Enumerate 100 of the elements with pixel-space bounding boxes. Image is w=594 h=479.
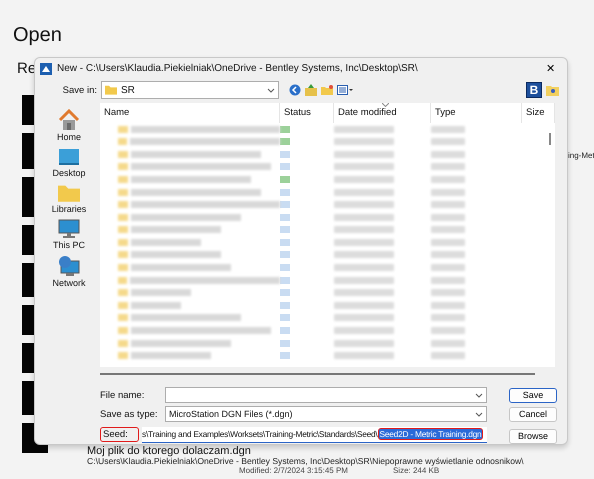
blurred-file-name[interactable] — [131, 352, 211, 360]
blurred-date — [334, 276, 394, 284]
save-in-dropdown[interactable]: SR — [101, 81, 279, 100]
blurred-file-name[interactable] — [130, 138, 280, 146]
blurred-type — [431, 176, 465, 183]
blurred-date — [334, 340, 394, 347]
blurred-type — [431, 201, 465, 208]
place-label[interactable]: This PC — [52, 240, 85, 250]
blurred-type — [431, 327, 465, 334]
blurred-file-name[interactable] — [131, 176, 251, 183]
blurred-date — [334, 138, 394, 146]
blurred-date — [334, 163, 394, 170]
column-header[interactable]: Size — [522, 102, 555, 123]
blurred-date — [334, 302, 394, 309]
blurred-type — [431, 276, 465, 284]
seed-field[interactable]: s\Training and Examples\Worksets\Training-Metric\Standards\Seed\ Seed2D - Metric Training.dgn — [142, 426, 487, 443]
blurred-type — [431, 163, 465, 170]
file-size-text: Size: 244 KB — [392, 466, 440, 476]
selected-text: Seed2D - Metric Training.dgn — [378, 428, 484, 440]
column-header[interactable]: Name — [100, 102, 280, 123]
blurred-file-name[interactable] — [131, 302, 181, 309]
blurred-date — [334, 314, 394, 322]
blurred-file-name[interactable] — [131, 163, 271, 170]
blurred-type — [431, 302, 465, 309]
place-label[interactable]: Home — [56, 132, 81, 142]
new-folder-icon[interactable] — [321, 84, 333, 96]
place-label[interactable]: Libraries — [52, 204, 86, 214]
blurred-file-name[interactable] — [130, 201, 280, 208]
blurred-type — [431, 352, 465, 360]
scrollbar-thumb[interactable] — [549, 132, 551, 145]
seed-label: Seed: — [100, 427, 139, 442]
blurred-type — [431, 150, 465, 158]
blurred-date — [334, 289, 394, 296]
blurred-type — [431, 264, 465, 272]
blurred-date — [334, 201, 394, 208]
blurred-date — [334, 188, 394, 196]
blurred-file-name[interactable] — [130, 126, 280, 133]
blurred-date — [334, 251, 394, 258]
computer-icon — [58, 218, 80, 239]
dialog-button[interactable]: Save — [509, 388, 557, 403]
blurred-type — [431, 238, 465, 246]
column-header[interactable]: Date modified — [334, 102, 431, 123]
blurred-file-name[interactable] — [131, 251, 221, 258]
blurred-type — [431, 188, 465, 196]
blurred-type — [431, 126, 465, 133]
blurred-file-name[interactable] — [131, 188, 261, 196]
blurred-date — [334, 238, 394, 246]
column-header[interactable]: Status — [280, 102, 334, 123]
file-name-label: File name: — [100, 390, 146, 401]
blurred-date — [334, 176, 394, 183]
blurred-type — [431, 314, 465, 322]
blurred-type — [431, 289, 465, 296]
blurred-file-name[interactable] — [131, 226, 221, 234]
blurred-file-name[interactable] — [131, 289, 191, 296]
modified-date-text: Modified: 2/7/2024 3:15:45 PM — [239, 466, 348, 476]
file-name-text[interactable]: Moj plik do ktorego dolaczam.dgn — [87, 445, 524, 458]
file-name-field[interactable] — [165, 387, 487, 404]
blurred-type — [431, 251, 465, 258]
blurred-date — [334, 214, 394, 221]
blurred-file-name[interactable] — [131, 238, 201, 246]
column-header[interactable]: Type — [431, 102, 522, 123]
blurred-type — [431, 138, 465, 146]
place-label[interactable]: Desktop — [52, 168, 86, 178]
blurred-date — [334, 352, 394, 360]
blurred-file-name[interactable] — [131, 340, 231, 347]
blurred-type — [431, 214, 465, 221]
page-title: Open — [13, 24, 62, 47]
folder-icon — [105, 85, 117, 95]
blurred-date — [334, 327, 394, 334]
close-button[interactable]: ✕ — [542, 62, 559, 76]
app-icon — [40, 62, 52, 75]
home-icon — [57, 108, 81, 131]
file-path-text: C:\Users\Klaudia.Piekielniak\OneDrive - Bentley Systems, Inc\Desktop\SR\Niepoprawne wyświetlanie odnosnikow\ — [87, 457, 524, 467]
blurred-date — [334, 226, 394, 234]
dialog-title: New - C:\Users\Klaudia.Piekielniak\OneDrive - Bentley Systems, Inc\Desktop\SR\ — [57, 63, 419, 74]
blurred-file-name[interactable] — [131, 327, 271, 334]
save-as-type-label: Save as type: — [100, 408, 159, 420]
blurred-type — [431, 226, 465, 234]
dialog-button[interactable]: Browse — [509, 428, 557, 444]
logo-icon[interactable]: B — [526, 82, 542, 98]
folder-icon[interactable] — [546, 84, 559, 96]
blurred-date — [334, 150, 394, 158]
blurred-file-name[interactable] — [130, 276, 280, 284]
view-menu-icon[interactable] — [337, 84, 353, 96]
blurred-type — [431, 340, 465, 347]
dialog-button[interactable]: Cancel — [509, 406, 557, 422]
blurred-file-name[interactable] — [131, 264, 231, 272]
place-label[interactable]: Network — [52, 278, 86, 288]
blurred-date — [334, 126, 394, 133]
blurred-file-name[interactable] — [131, 150, 261, 158]
save-as-type-dropdown[interactable]: MicroStation DGN Files (*.dgn) — [165, 406, 487, 422]
blurred-file-name[interactable] — [131, 214, 241, 221]
network-icon — [57, 254, 81, 277]
desktop-icon — [58, 146, 80, 167]
up-folder-icon[interactable] — [305, 84, 317, 96]
save-in-label: Save in: — [62, 84, 98, 96]
blurred-file-name[interactable] — [131, 314, 241, 322]
folder-icon — [58, 182, 80, 203]
blurred-date — [334, 264, 394, 272]
back-icon[interactable] — [289, 84, 301, 96]
